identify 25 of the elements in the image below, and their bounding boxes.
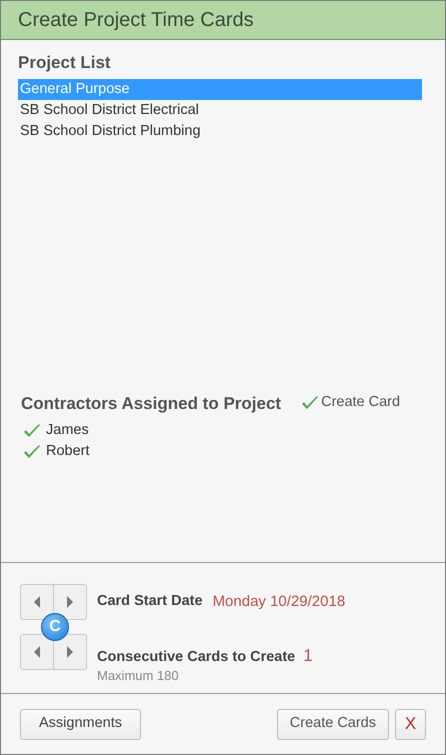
- count-value: 1: [303, 645, 313, 667]
- contractor-name: Robert: [46, 442, 90, 461]
- column-label: Create Card: [321, 393, 400, 412]
- assignments-button[interactable]: Assignments: [20, 708, 142, 740]
- checkmark-icon[interactable]: [23, 422, 41, 438]
- list-item[interactable]: SB School District Plumbing: [18, 121, 422, 142]
- create-cards-button[interactable]: Create Cards: [276, 708, 389, 740]
- list-item[interactable]: SB School District Electrical: [18, 100, 422, 121]
- checkmark-icon[interactable]: [23, 444, 41, 460]
- right-arrow-icon[interactable]: [66, 645, 74, 659]
- contractor-name: James: [46, 420, 89, 440]
- left-arrow-icon[interactable]: [33, 645, 41, 659]
- field-label: Consecutive Cards to Create: [97, 648, 296, 667]
- field-label: Card Start Date: [97, 592, 203, 612]
- checkmark-icon[interactable]: [301, 395, 320, 412]
- section-heading: Contractors Assigned to Project: [21, 392, 282, 415]
- hint-text: Maximum 180: [97, 668, 180, 683]
- stepper-control[interactable]: [20, 584, 87, 620]
- window-title: Create Project Time Cards: [18, 8, 254, 33]
- right-arrow-icon[interactable]: [66, 595, 74, 609]
- left-arrow-icon[interactable]: [33, 595, 41, 609]
- section-heading: Project List: [18, 52, 112, 74]
- stepper-control[interactable]: [20, 634, 87, 670]
- date-value: Monday 10/29/2018: [212, 592, 346, 612]
- close-button[interactable]: X: [395, 708, 426, 740]
